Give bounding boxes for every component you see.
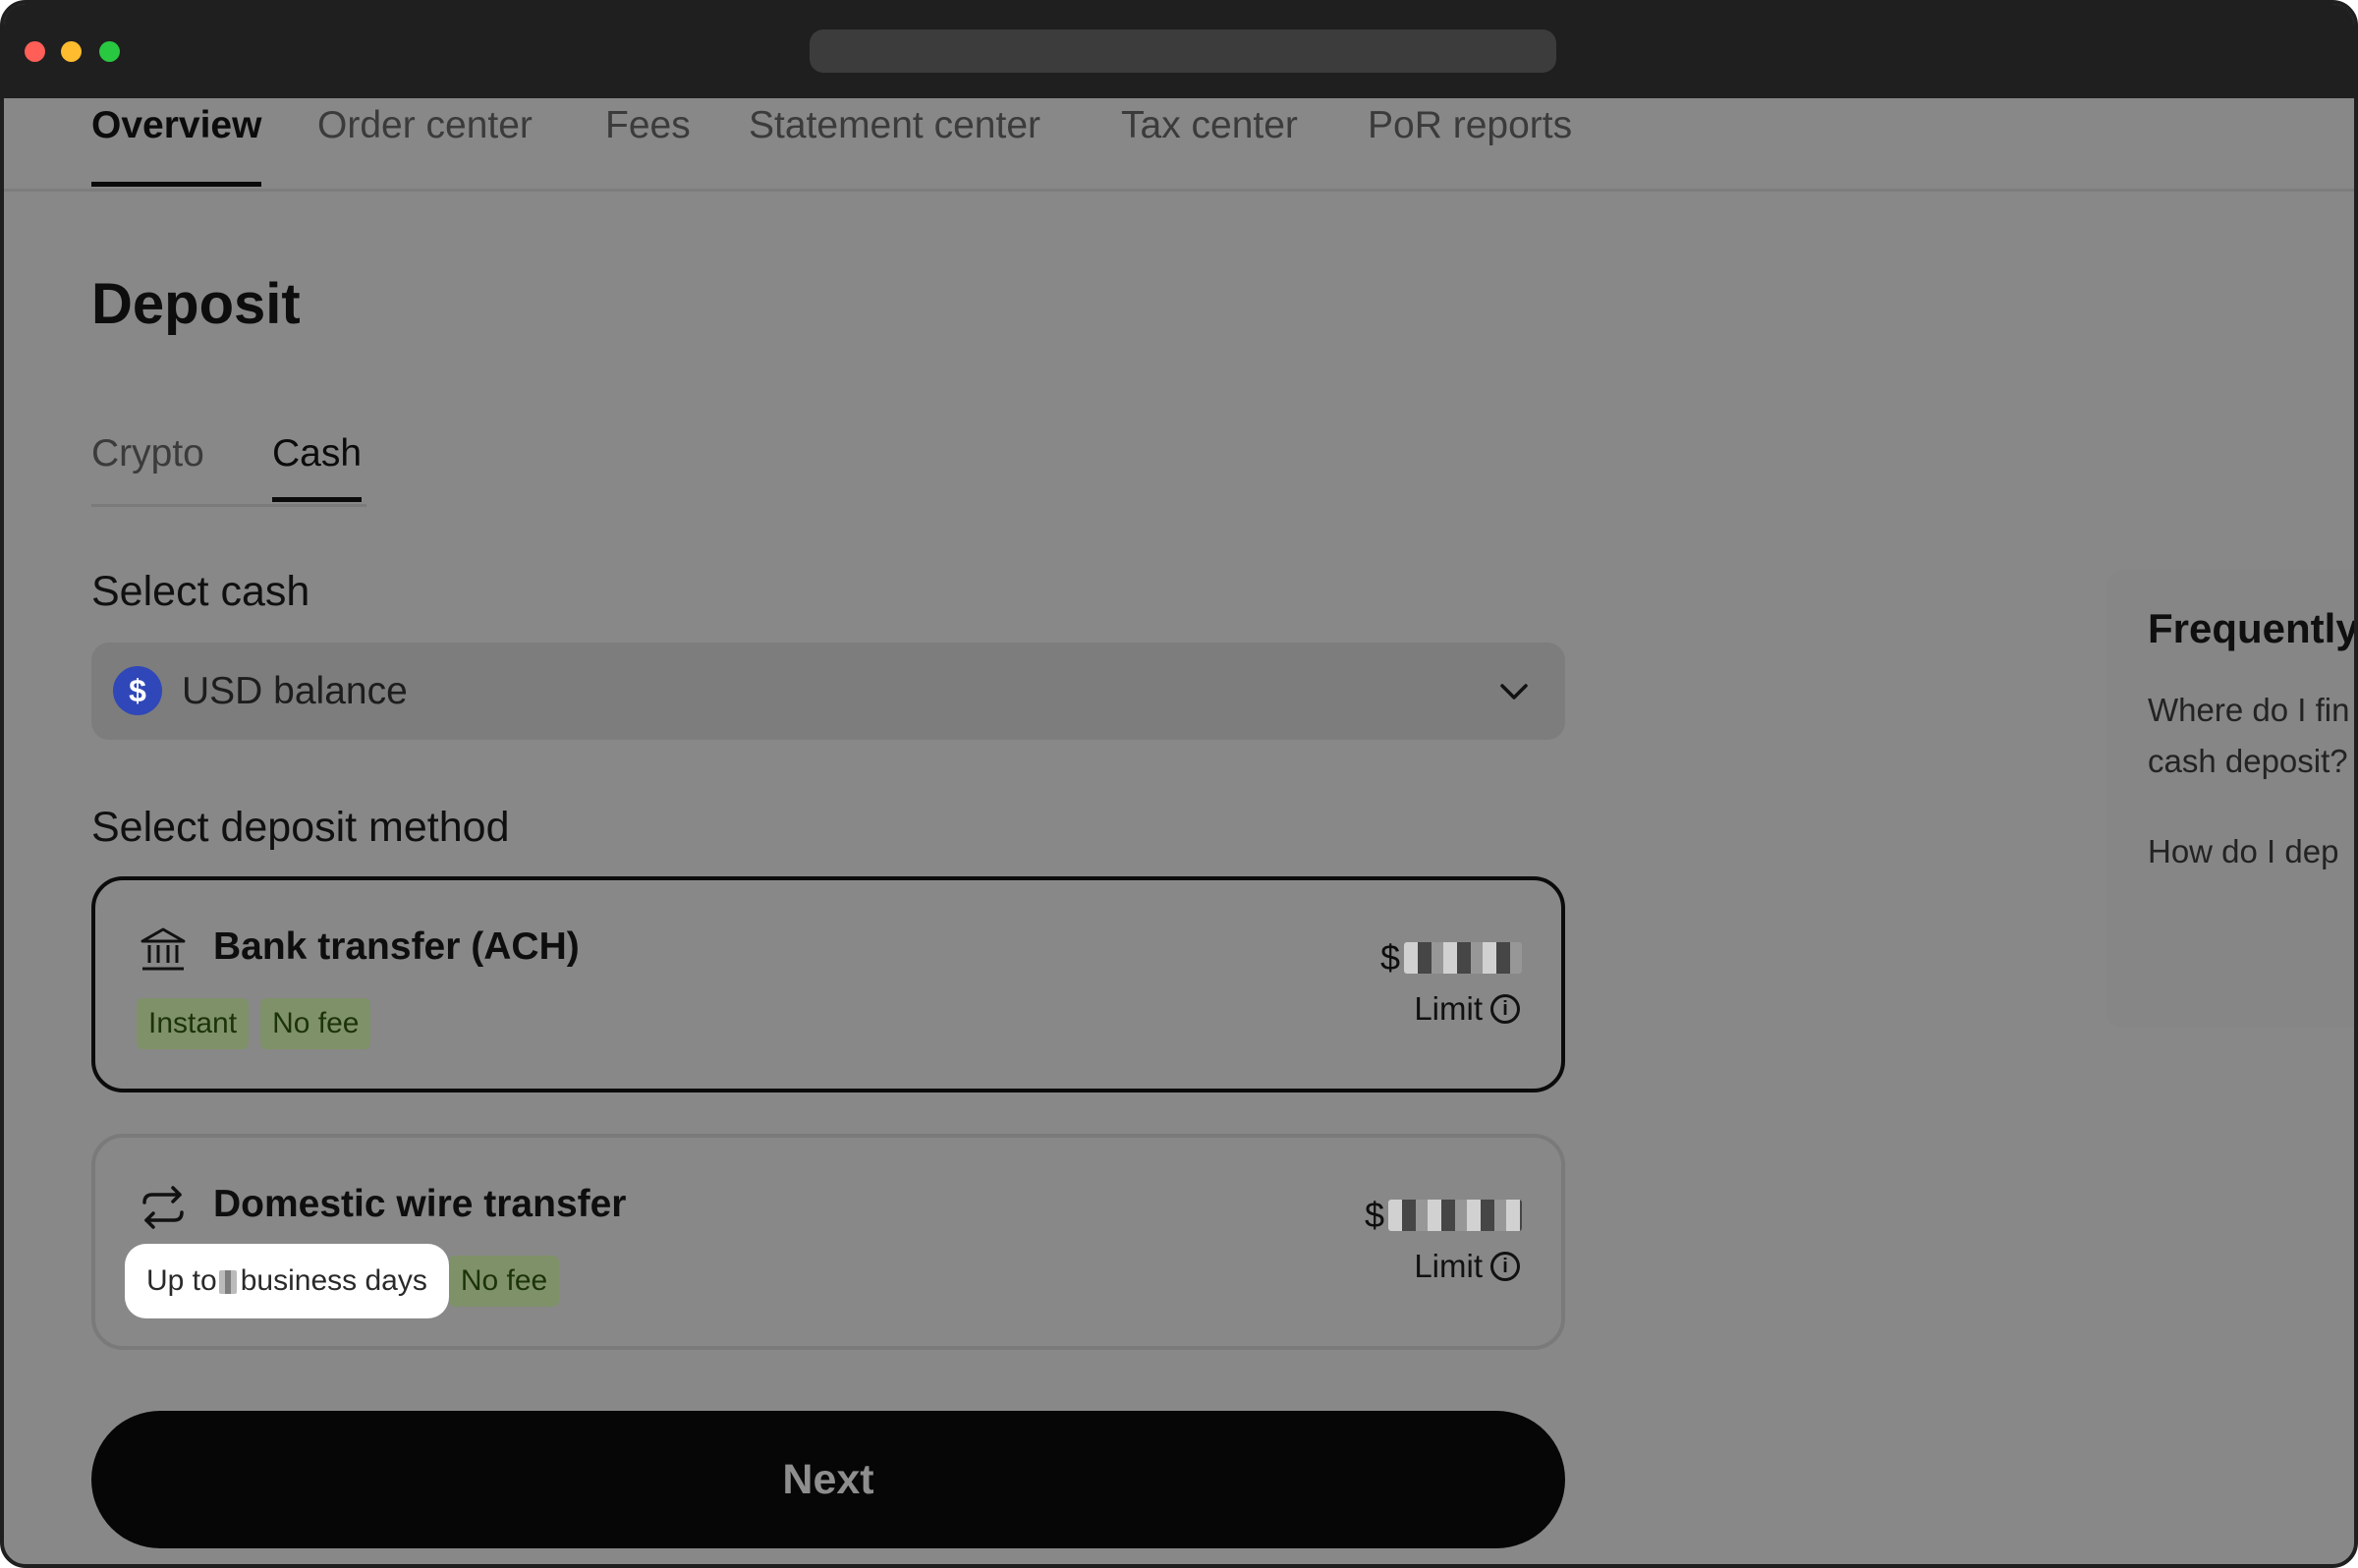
page-content: Overview Order center Fees Statement cen… [4,98,2358,1564]
tag-suffix: business days [240,1264,427,1297]
nav-tab-statement-center[interactable]: Statement center [749,98,1040,187]
method-tags: Up to business days No fee [137,1256,560,1307]
limit-currency: $ [1364,1195,1384,1235]
page-title: Deposit [91,272,301,336]
faq-panel: Frequently Where do I fin cash deposit? … [2106,570,2358,1028]
faq-question-line[interactable]: cash deposit? [2148,735,2354,788]
nav-tab-overview[interactable]: Overview [91,98,262,187]
address-bar[interactable] [810,29,1556,73]
limit-text: Limit [1414,990,1483,1027]
limit-amount: $ [1365,1195,1522,1236]
browser-window: Overview Order center Fees Statement cen… [0,0,2358,1568]
next-button[interactable]: Next [91,1411,1565,1548]
limit-label: Limit i [1414,990,1520,1028]
tab-crypto[interactable]: Crypto [91,413,204,502]
faq-question-line[interactable]: How do I dep [2148,825,2354,878]
nav-tab-por-reports[interactable]: PoR reports [1368,98,1572,187]
close-window-button[interactable] [25,41,45,62]
top-nav: Overview Order center Fees Statement cen… [4,98,2354,192]
limit-text: Limit [1414,1248,1483,1284]
tag-processing-time: Up to business days [137,1256,437,1307]
limit-currency: $ [1379,937,1400,978]
tab-cash[interactable]: Cash [272,413,363,502]
nav-tab-order-center[interactable]: Order center [317,98,533,187]
maximize-window-button[interactable] [99,41,120,62]
dollar-icon: $ [113,666,162,715]
limit-amount: $ [1380,937,1522,979]
cash-currency-select[interactable]: $ USD balance [91,643,1565,740]
method-tags: Instant No fee [137,998,371,1049]
nav-tab-fees[interactable]: Fees [605,98,691,187]
faq-title: Frequently [2148,605,2358,651]
faq-question-line[interactable]: Where do I fin [2148,684,2354,737]
deposit-method-ach[interactable]: Bank transfer (ACH) Instant No fee $ Lim… [91,876,1565,1092]
selected-currency: USD balance [182,670,408,712]
limit-label: Limit i [1414,1248,1520,1285]
redacted-amount [1404,942,1522,974]
title-bar [4,4,2354,98]
minimize-window-button[interactable] [61,41,82,62]
method-title: Bank transfer (ACH) [213,925,580,968]
tag-prefix: Up to [146,1264,217,1297]
select-cash-label: Select cash [91,568,310,615]
method-title: Domestic wire transfer [213,1183,627,1225]
info-icon[interactable]: i [1490,1252,1520,1281]
deposit-method-wire[interactable]: Domestic wire transfer Up to business day… [91,1134,1565,1350]
tag-no-fee: No fee [448,1256,560,1307]
bank-icon [140,927,186,971]
nav-tab-tax-center[interactable]: Tax center [1121,98,1298,187]
transfer-arrows-icon [142,1186,184,1229]
info-icon[interactable]: i [1490,994,1520,1024]
redacted-days [218,1270,237,1295]
redacted-amount [1388,1200,1522,1231]
chevron-down-icon [1500,684,1528,700]
deposit-type-tabs: Crypto Cash [91,413,366,507]
tag-instant: Instant [137,998,250,1049]
tag-no-fee: No fee [260,998,371,1049]
select-deposit-method-label: Select deposit method [91,804,510,851]
